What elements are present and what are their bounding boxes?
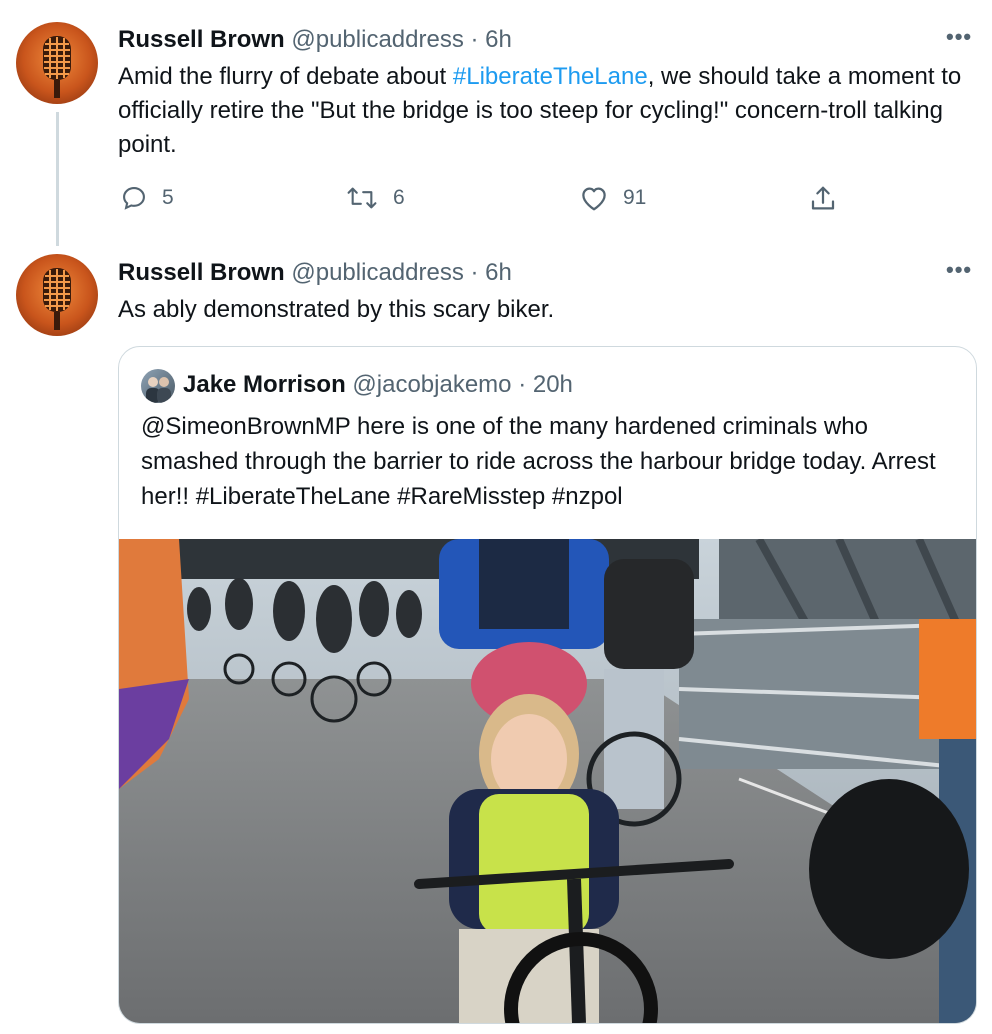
separator-dot: · bbox=[470, 259, 479, 286]
hashtag-link[interactable]: #LiberateTheLane bbox=[453, 63, 648, 90]
microphone-avatar-image bbox=[43, 36, 71, 98]
avatar[interactable] bbox=[16, 254, 98, 336]
like-count: 91 bbox=[623, 186, 647, 209]
author-name[interactable]: Russell Brown bbox=[118, 26, 285, 53]
tweet-header: Russell Brown @publicaddress · 6h bbox=[118, 26, 512, 54]
tweet-text: Amid the flurry of debate about #Liberat… bbox=[118, 60, 968, 162]
reply-icon bbox=[123, 187, 145, 210]
quoted-author-name[interactable]: Jake Morrison bbox=[183, 371, 346, 398]
author-name[interactable]: Russell Brown bbox=[118, 259, 285, 286]
tweet-header: Russell Brown @publicaddress · 6h bbox=[118, 259, 512, 287]
retweet-icon bbox=[347, 187, 377, 209]
quoted-avatar-image bbox=[146, 377, 171, 403]
more-options-icon[interactable]: ••• bbox=[946, 257, 972, 283]
quoted-author-handle[interactable]: @jacobjakemo bbox=[352, 371, 511, 398]
thread-connector-line bbox=[56, 112, 59, 246]
share-button[interactable] bbox=[808, 184, 838, 214]
separator-dot: · bbox=[470, 26, 479, 53]
reply-count: 5 bbox=[162, 186, 174, 209]
tweet-time[interactable]: 6h bbox=[485, 259, 512, 286]
retweet-button[interactable]: 6 bbox=[345, 184, 405, 212]
reply-button[interactable]: 5 bbox=[120, 184, 174, 212]
tweet-time[interactable]: 6h bbox=[485, 26, 512, 53]
tweet-photo[interactable] bbox=[119, 539, 976, 1023]
avatar[interactable] bbox=[16, 22, 98, 104]
avatar[interactable] bbox=[141, 369, 175, 403]
quoted-tweet-header: Jake Morrison @jacobjakemo · 20h bbox=[183, 371, 573, 399]
cyclists-on-bridge-photo bbox=[119, 539, 976, 1023]
author-handle[interactable]: @publicaddress bbox=[291, 26, 463, 53]
quoted-tweet-card[interactable]: Jake Morrison @jacobjakemo · 20h @Simeon… bbox=[118, 346, 977, 1024]
like-button[interactable]: 91 bbox=[579, 184, 646, 212]
quoted-tweet-text: @SimeonBrownMP here is one of the many h… bbox=[141, 413, 936, 510]
author-handle[interactable]: @publicaddress bbox=[291, 259, 463, 286]
tweet-text-part: Amid the flurry of debate about bbox=[118, 63, 453, 90]
retweet-count: 6 bbox=[393, 186, 405, 209]
like-icon bbox=[582, 187, 606, 211]
more-options-icon[interactable]: ••• bbox=[946, 24, 972, 50]
share-icon bbox=[811, 186, 835, 210]
tweet-text: As ably demonstrated by this scary biker… bbox=[118, 296, 555, 323]
quoted-tweet-time[interactable]: 20h bbox=[533, 371, 573, 398]
separator-dot: · bbox=[518, 371, 527, 398]
microphone-avatar-image bbox=[43, 268, 71, 330]
